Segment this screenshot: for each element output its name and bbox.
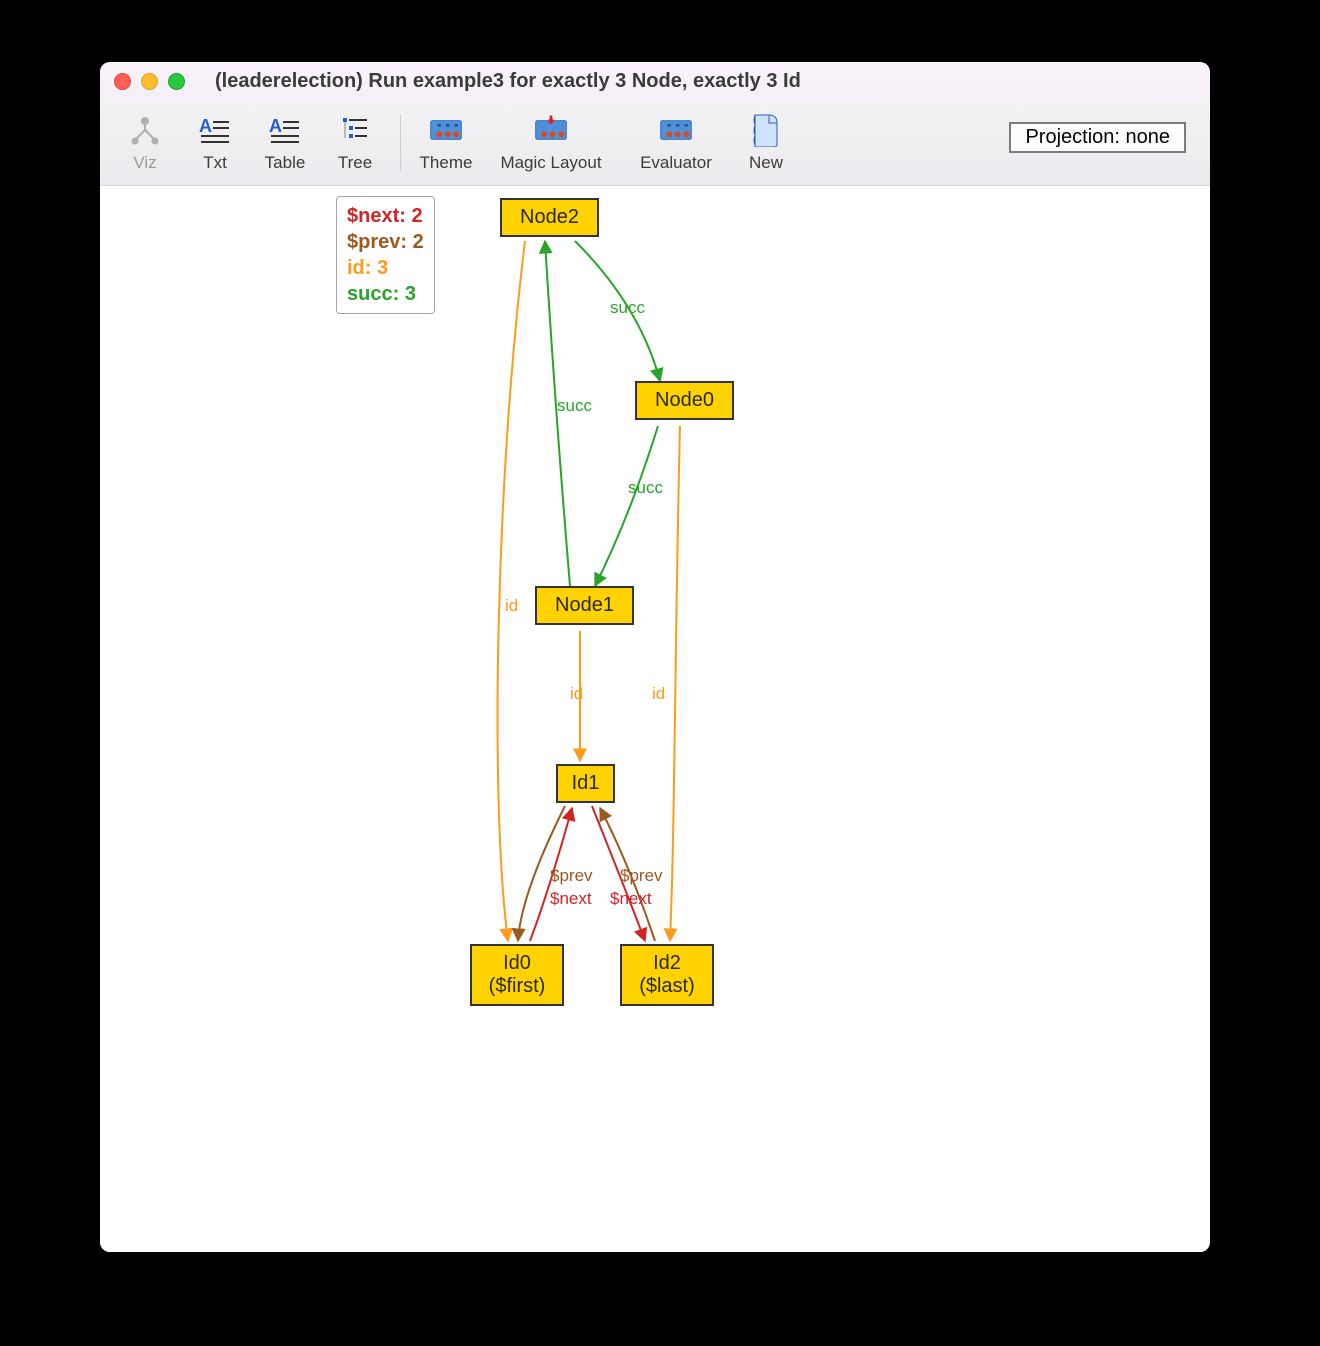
toolbar-txt[interactable]: A Txt	[180, 113, 250, 173]
toolbar-tree-label: Tree	[338, 153, 372, 173]
svg-text:A: A	[199, 116, 212, 136]
graph-node-id1[interactable]: Id1	[556, 764, 615, 803]
node-label: Node0	[655, 389, 714, 412]
viz-icon	[128, 113, 162, 147]
toolbar-txt-label: Txt	[203, 153, 227, 173]
legend-succ-key: succ:	[347, 283, 399, 305]
legend-next-val: 2	[411, 205, 422, 227]
edge-label-id: id	[505, 596, 518, 616]
window: (leaderelection) Run example3 for exactl…	[100, 62, 1210, 1252]
node-label: Node2	[520, 206, 579, 229]
toolbar-viz-label: Viz	[133, 153, 156, 173]
minimize-button[interactable]	[141, 73, 158, 90]
table-icon: A	[268, 113, 302, 147]
edge-label-next: $next	[610, 889, 652, 909]
node-label-line1: Id2	[653, 952, 681, 975]
node-label-line1: Id0	[503, 952, 531, 975]
graph-node-node2[interactable]: Node2	[500, 198, 599, 237]
graph-canvas[interactable]: $next: 2 $prev: 2 id: 3 succ: 3	[100, 186, 1210, 1252]
edge-label-id: id	[652, 684, 665, 704]
toolbar-magic-layout[interactable]: Magic Layout	[481, 113, 621, 173]
toolbar-evaluator[interactable]: Evaluator	[621, 113, 731, 173]
edge-label-succ: succ	[557, 396, 592, 416]
toolbar-theme[interactable]: Theme	[411, 113, 481, 173]
toolbar-tree[interactable]: Tree	[320, 113, 390, 173]
graph-node-node1[interactable]: Node1	[535, 586, 634, 625]
edge-label-prev: $prev	[550, 866, 593, 886]
node-label: Node1	[555, 594, 614, 617]
zoom-button[interactable]	[168, 73, 185, 90]
legend: $next: 2 $prev: 2 id: 3 succ: 3	[336, 196, 435, 314]
toolbar-theme-label: Theme	[420, 153, 473, 173]
legend-id-key: id:	[347, 257, 371, 279]
legend-prev-val: 2	[413, 231, 424, 253]
window-title: (leaderelection) Run example3 for exactl…	[215, 70, 1190, 93]
magic-layout-icon	[534, 113, 568, 147]
node-label: Id1	[572, 772, 600, 795]
node-label-line2: ($last)	[639, 975, 695, 998]
toolbar-magic-layout-label: Magic Layout	[500, 153, 601, 173]
graph-node-node0[interactable]: Node0	[635, 381, 734, 420]
new-icon	[749, 113, 783, 147]
edge-label-next: $next	[550, 889, 592, 909]
toolbar-evaluator-label: Evaluator	[640, 153, 712, 173]
graph-node-id2[interactable]: Id2 ($last)	[620, 944, 714, 1006]
toolbar-viz[interactable]: Viz	[110, 113, 180, 173]
edge-label-id: id	[570, 684, 583, 704]
svg-text:A: A	[269, 116, 282, 136]
legend-prev-key: $prev:	[347, 231, 407, 253]
node-label-line2: ($first)	[489, 975, 546, 998]
toolbar-new-label: New	[749, 153, 783, 173]
toolbar-table-label: Table	[265, 153, 306, 173]
toolbar-new[interactable]: New	[731, 113, 801, 173]
close-button[interactable]	[114, 73, 131, 90]
graph-edges	[100, 186, 1210, 1252]
toolbar-table[interactable]: A Table	[250, 113, 320, 173]
separator	[400, 115, 401, 171]
evaluator-icon	[659, 113, 693, 147]
legend-id-val: 3	[377, 257, 388, 279]
projection-dropdown[interactable]: Projection: none	[1009, 122, 1186, 153]
tree-icon	[338, 113, 372, 147]
titlebar: (leaderelection) Run example3 for exactl…	[100, 62, 1210, 100]
legend-next-key: $next:	[347, 205, 406, 227]
txt-icon: A	[198, 113, 232, 147]
toolbar: Viz A Txt A	[100, 100, 1210, 186]
edge-label-prev: $prev	[620, 866, 663, 886]
theme-icon	[429, 113, 463, 147]
legend-succ-val: 3	[405, 283, 416, 305]
edge-label-succ: succ	[628, 478, 663, 498]
edge-label-succ: succ	[610, 298, 645, 318]
graph-node-id0[interactable]: Id0 ($first)	[470, 944, 564, 1006]
traffic-lights	[100, 73, 185, 90]
